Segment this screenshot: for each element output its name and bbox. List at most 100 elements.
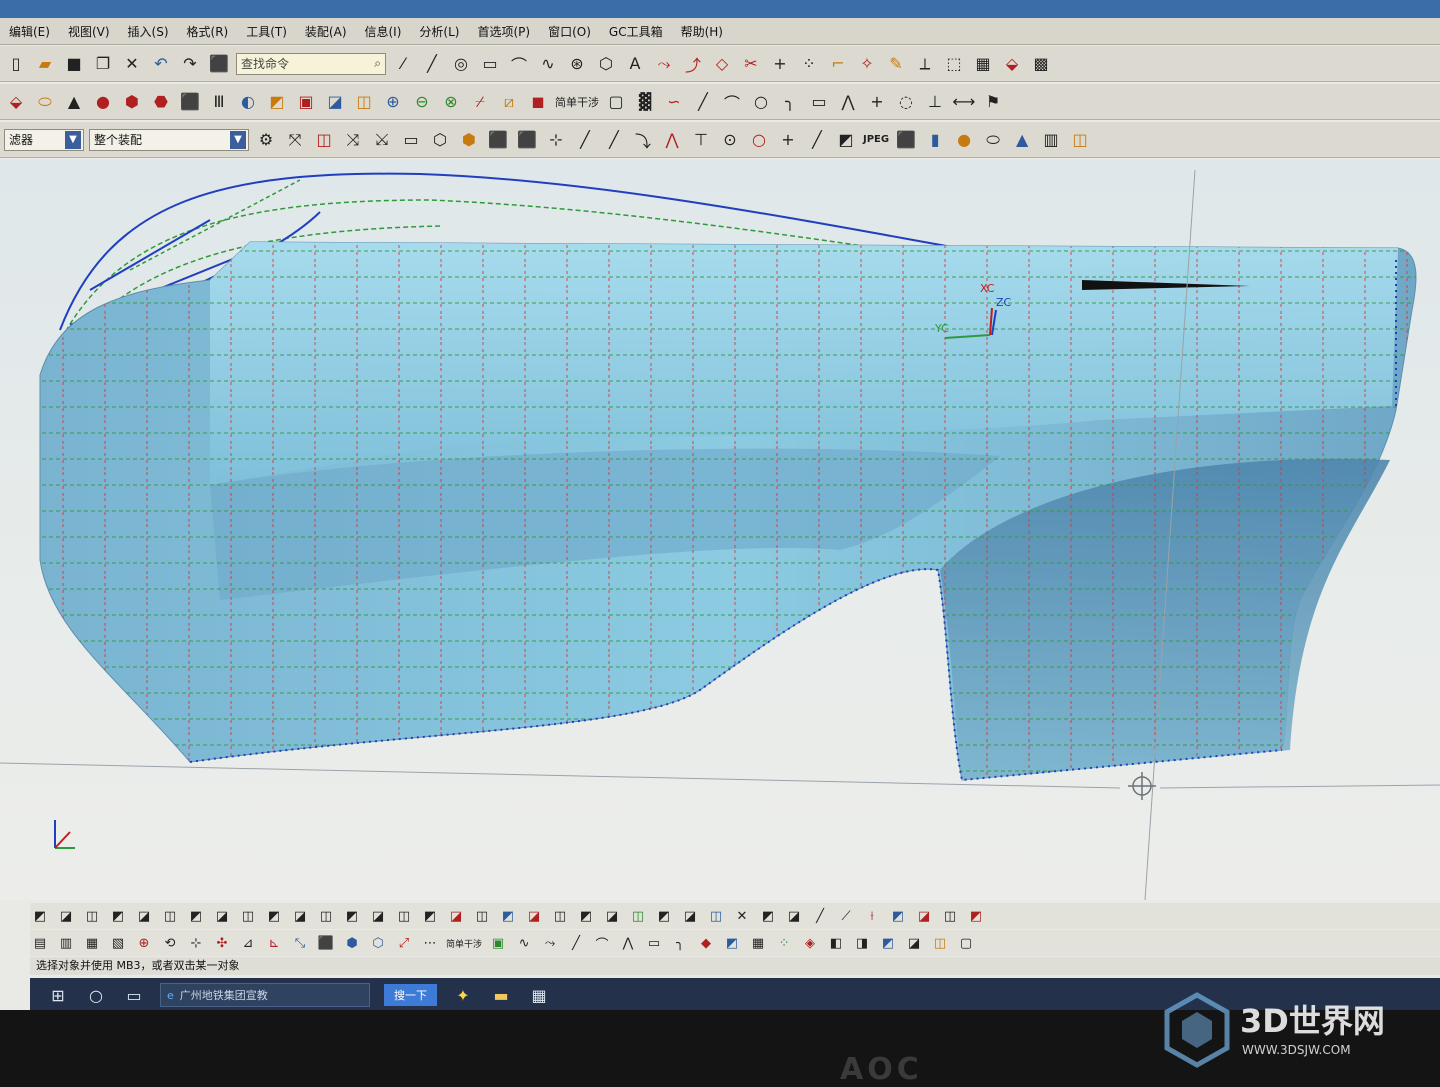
profile-tool-icon[interactable]: ⋀ <box>836 90 860 114</box>
shaded-edges-icon[interactable]: ⬛ <box>486 128 510 152</box>
redo-icon[interactable]: ↷ <box>178 52 202 76</box>
divide-face-icon[interactable]: ◪ <box>784 906 804 926</box>
snap-point-icon[interactable]: + <box>776 128 800 152</box>
polyline-edit-icon[interactable]: ⋀ <box>618 933 638 953</box>
join-curve-icon[interactable]: ╱ <box>810 906 830 926</box>
pattern-icon[interactable]: ▓ <box>633 90 657 114</box>
extrude-icon[interactable]: ⬙ <box>1000 52 1024 76</box>
mesh-icon[interactable]: ▩ <box>1029 52 1053 76</box>
point-set-icon[interactable]: ⁘ <box>797 52 821 76</box>
simple-interference-bottom-label[interactable]: 简单干涉 <box>446 937 482 950</box>
wcs-origin-icon[interactable]: ⊕ <box>134 933 154 953</box>
variable-offset-icon[interactable]: ◪ <box>602 906 622 926</box>
menu-edit[interactable]: 编辑(E) <box>0 23 59 40</box>
shell-icon[interactable]: ▣ <box>294 90 318 114</box>
cone-primitive-icon[interactable]: ▲ <box>1010 128 1034 152</box>
curve-edit-icon[interactable]: ⤳ <box>540 933 560 953</box>
windows-start-icon[interactable]: ⊞ <box>46 986 70 1005</box>
snap-line2-icon[interactable]: ╱ <box>602 128 626 152</box>
wireframe-icon[interactable]: ⬡ <box>428 128 452 152</box>
cortana-icon[interactable]: ○ <box>84 986 108 1005</box>
cylinder-primitive-icon[interactable]: ▮ <box>923 128 947 152</box>
menu-info[interactable]: 信息(I) <box>356 23 411 40</box>
layer-settings-icon[interactable]: ▤ <box>30 933 50 953</box>
wcs-rotate-icon[interactable]: ⟲ <box>160 933 180 953</box>
menu-insert[interactable]: 插入(S) <box>119 23 178 40</box>
bounded-plane-icon[interactable]: ◪ <box>212 906 232 926</box>
snap-midpoint-icon[interactable]: ◫ <box>312 128 336 152</box>
section-surface-icon[interactable]: ◩ <box>654 906 674 926</box>
split-curve-icon[interactable]: ⟋ <box>836 906 856 926</box>
calculator-icon[interactable]: ▦ <box>527 986 551 1005</box>
pocket-icon[interactable]: ⬣ <box>149 90 173 114</box>
mirror-curve-icon[interactable]: ⟂ <box>913 52 937 76</box>
through-curves-icon[interactable]: ◪ <box>56 906 76 926</box>
reflection-icon[interactable]: ◩ <box>966 906 986 926</box>
type-filter-select[interactable]: 滤器 ▼ <box>4 128 84 151</box>
show-hide-icon[interactable]: ◩ <box>878 933 898 953</box>
simple-interference-label[interactable]: 简单干涉 <box>555 94 599 110</box>
cube-view-icon[interactable]: ⬛ <box>316 933 336 953</box>
project-curve-icon[interactable]: ◇ <box>710 52 734 76</box>
box-primitive-icon[interactable]: ◫ <box>1068 128 1092 152</box>
csys-icon[interactable]: ⊿ <box>238 933 258 953</box>
delete-icon[interactable]: ✕ <box>120 52 144 76</box>
studio-icon[interactable]: ⬛ <box>515 128 539 152</box>
view-box-icon[interactable]: ▢ <box>604 90 628 114</box>
assembly-tree-icon[interactable]: ⚙ <box>254 128 278 152</box>
block-icon[interactable]: ⬙ <box>4 90 28 114</box>
fillet-tool-icon[interactable]: ╮ <box>778 90 802 114</box>
extension-icon[interactable]: ◪ <box>290 906 310 926</box>
circle-icon[interactable]: ◎ <box>449 52 473 76</box>
trim-extend-icon[interactable]: ◩ <box>758 906 778 926</box>
sphere-icon[interactable]: ● <box>91 90 115 114</box>
cone-icon[interactable]: ▲ <box>62 90 86 114</box>
constraint-icon[interactable]: ⊥ <box>923 90 947 114</box>
polygon-icon[interactable]: ⬡ <box>594 52 618 76</box>
snap-all-icon[interactable]: ⊹ <box>544 128 568 152</box>
point-tool-icon[interactable]: + <box>865 90 889 114</box>
studio-surface-icon[interactable]: ◩ <box>186 906 206 926</box>
point-cloud-icon[interactable]: ⁘ <box>774 933 794 953</box>
interference-check-icon[interactable]: ◼ <box>526 90 550 114</box>
visible-layers-icon[interactable]: ▧ <box>108 933 128 953</box>
snap-face-icon[interactable]: ◩ <box>834 128 858 152</box>
snap-center-icon[interactable]: ⊙ <box>718 128 742 152</box>
selection-scope-select[interactable]: 整个装配 ▼ <box>89 128 249 151</box>
deviation-icon[interactable]: ◫ <box>940 906 960 926</box>
hide-icon[interactable]: ◧ <box>826 933 846 953</box>
iso-view-icon[interactable]: ⬢ <box>342 933 362 953</box>
match-edge-icon[interactable]: ◫ <box>472 906 492 926</box>
face-blend-icon[interactable]: ◫ <box>550 906 570 926</box>
move-to-layer-icon[interactable]: ▥ <box>56 933 76 953</box>
boss-icon[interactable]: ⬢ <box>120 90 144 114</box>
grid-edit-icon[interactable]: ▦ <box>748 933 768 953</box>
split-body-icon[interactable]: ⌿ <box>468 90 492 114</box>
thicken-icon[interactable]: ◪ <box>368 906 388 926</box>
sketch-icon[interactable]: ✎ <box>884 52 908 76</box>
cad-model-canvas[interactable]: XC YC ZC <box>0 160 1440 900</box>
curvature-comb-icon[interactable]: ◪ <box>914 906 934 926</box>
dimension-icon[interactable]: ⟷ <box>952 90 976 114</box>
taskbar-search-button[interactable]: 搜一下 <box>384 984 437 1006</box>
display-edit-icon[interactable]: ◩ <box>722 933 742 953</box>
styled-blend-icon[interactable]: ◩ <box>576 906 596 926</box>
spline-icon[interactable]: ∿ <box>536 52 560 76</box>
menu-help[interactable]: 帮助(H) <box>672 23 732 40</box>
menu-gc-toolbox[interactable]: GC工具箱 <box>600 23 672 40</box>
surface-from-points-icon[interactable]: ◩ <box>30 906 50 926</box>
menu-tools[interactable]: 工具(T) <box>237 23 296 40</box>
fillet-edit-icon[interactable]: ╮ <box>670 933 690 953</box>
intersect-icon[interactable]: ⊗ <box>439 90 463 114</box>
trimetric-view-icon[interactable]: ⬡ <box>368 933 388 953</box>
snap-intersect-icon[interactable]: ⤩ <box>370 128 394 152</box>
invert-visibility-icon[interactable]: ◪ <box>904 933 924 953</box>
line-edit-icon[interactable]: ╱ <box>566 933 586 953</box>
copy-icon[interactable]: ❐ <box>91 52 115 76</box>
rectangle-select-icon[interactable]: ▭ <box>399 128 423 152</box>
chamfer-icon[interactable]: ◩ <box>265 90 289 114</box>
rectangle-icon[interactable]: ▭ <box>478 52 502 76</box>
subtract-icon[interactable]: ⊖ <box>410 90 434 114</box>
offset-surface-icon[interactable]: ◫ <box>238 906 258 926</box>
menu-assembly[interactable]: 装配(A) <box>296 23 356 40</box>
